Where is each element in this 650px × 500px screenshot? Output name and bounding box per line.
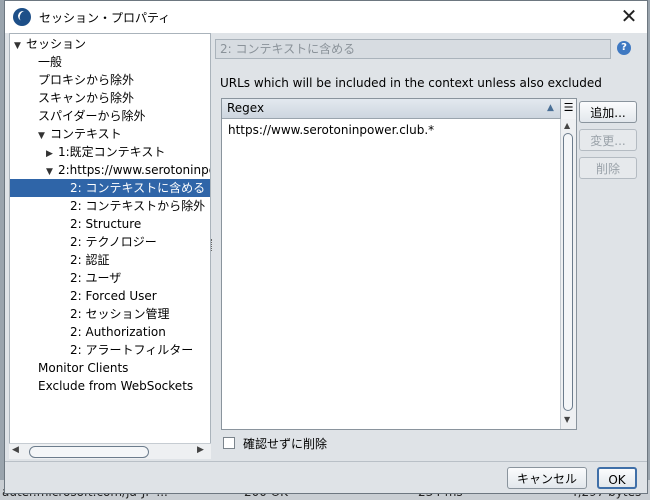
remove-button[interactable]: 削除: [579, 157, 637, 179]
tree-item[interactable]: 2: ユーザ: [70, 269, 121, 287]
cancel-button[interactable]: キャンセル: [507, 467, 587, 489]
tree-item[interactable]: 2: テクノロジー: [70, 233, 157, 251]
dialog-client-area: ▼ セッション 一般 プロキシから除外 スキャンから除外 スパイダーから除外 ▼ コンテキスト…: [5, 33, 647, 493]
regex-table: Regex ▲ ☰ https://www.serotoninpower.clu…: [221, 98, 577, 430]
tree-item[interactable]: ▼ セッション: [14, 35, 86, 53]
close-icon[interactable]: ✕: [615, 3, 643, 29]
table-vertical-scrollbar[interactable]: ▲ ▼: [560, 119, 576, 429]
column-header-regex[interactable]: Regex: [222, 99, 560, 119]
tree-item-label: スパイダーから除外: [38, 109, 146, 123]
zap-app-icon: [13, 8, 31, 26]
expanded-arrow-icon[interactable]: ▼: [14, 37, 26, 55]
tree-item-label: セッション: [26, 37, 87, 51]
column-control-icon[interactable]: ☰: [560, 99, 576, 119]
sort-ascending-icon: ▲: [547, 103, 554, 113]
tree-item[interactable]: ▶ 1:既定コンテキスト: [46, 143, 165, 161]
tree-item[interactable]: スパイダーから除外: [38, 107, 146, 125]
tree-item[interactable]: Monitor Clients: [38, 359, 128, 377]
confirm-remove-checkbox[interactable]: [223, 437, 235, 449]
scroll-thumb[interactable]: [563, 133, 573, 411]
scroll-down-icon[interactable]: ▼: [564, 415, 570, 424]
tree-item[interactable]: 2: コンテキストから除外: [70, 197, 205, 215]
tree-item-label: スキャンから除外: [38, 91, 135, 105]
tree-item-label: 2: セッション管理: [70, 307, 170, 321]
session-tree: ▼ セッション 一般 プロキシから除外 スキャンから除外 スパイダーから除外 ▼ コンテキスト…: [9, 33, 211, 459]
tree-item[interactable]: 2: Authorization: [70, 323, 166, 341]
scroll-right-icon[interactable]: ▶: [197, 445, 204, 455]
tree-item-label: 2: Forced User: [70, 289, 157, 303]
window-title: セッション・プロパティ: [39, 11, 171, 25]
tree-item[interactable]: 2: コンテキストに含める: [10, 179, 210, 197]
tree-item-label: 2: Authorization: [70, 325, 166, 339]
scroll-left-icon[interactable]: ◀: [12, 445, 19, 455]
help-icon[interactable]: ?: [617, 41, 631, 55]
tree-item[interactable]: 2: Forced User: [70, 287, 157, 305]
tree-item-label: 2: テクノロジー: [70, 235, 157, 249]
tree-item-label: 2: Structure: [70, 217, 142, 231]
session-properties-dialog: セッション・プロパティ ✕ ▼ セッション 一般 プロキシから除外 スキャンから除外 スパ…: [4, 0, 648, 494]
add-button[interactable]: 追加...: [579, 101, 637, 123]
tree-item[interactable]: ▼ 2:https://www.serotoninpow: [46, 161, 211, 179]
tree-item-label: プロキシから除外: [38, 73, 135, 87]
tree-item[interactable]: ▼ コンテキスト: [38, 125, 122, 143]
tree-item-label: 2: 認証: [70, 253, 110, 267]
tree-item[interactable]: 2: 認証: [70, 251, 110, 269]
title-bar: セッション・プロパティ ✕: [5, 1, 647, 33]
panel-header: 2: コンテキストに含める: [215, 39, 611, 59]
tree-item[interactable]: 一般: [38, 53, 62, 71]
tree-item[interactable]: 2: Structure: [70, 215, 141, 233]
tree-item-label: 2: コンテキストから除外: [70, 199, 206, 213]
split-pane-divider[interactable]: [211, 239, 215, 251]
tree-item[interactable]: 2: アラートフィルター: [70, 341, 193, 359]
tree-item-label: 2: アラートフィルター: [70, 343, 194, 357]
scroll-thumb[interactable]: [29, 446, 149, 458]
ok-button[interactable]: OK: [597, 467, 637, 489]
scroll-up-icon[interactable]: ▲: [564, 121, 570, 130]
tree-item-label: 2: コンテキストに含める: [70, 181, 206, 195]
tree-item[interactable]: スキャンから除外: [38, 89, 134, 107]
confirm-remove-label: 確認せずに削除: [243, 437, 328, 451]
tree-item-label: Monitor Clients: [38, 361, 129, 375]
tree-horizontal-scrollbar[interactable]: ◀ ▶: [9, 443, 211, 459]
tree-item-label: コンテキスト: [50, 127, 122, 141]
panel-description: URLs which will be included in the conte…: [220, 76, 602, 90]
tree-item-label: 一般: [38, 55, 63, 69]
table-row[interactable]: https://www.serotoninpower.club.*: [228, 123, 434, 137]
tree-item[interactable]: プロキシから除外: [38, 71, 134, 89]
modify-button[interactable]: 変更...: [579, 129, 637, 151]
tree-item-label: 2:https://www.serotoninpow: [58, 163, 211, 177]
tree-item-label: 1:既定コンテキスト: [58, 145, 166, 159]
tree-item-label: 2: ユーザ: [70, 271, 122, 285]
tree-item[interactable]: 2: セッション管理: [70, 305, 170, 323]
tree-item-label: Exclude from WebSockets: [38, 379, 194, 393]
tree-item[interactable]: Exclude from WebSockets: [38, 377, 193, 395]
footer-divider: [5, 461, 647, 462]
